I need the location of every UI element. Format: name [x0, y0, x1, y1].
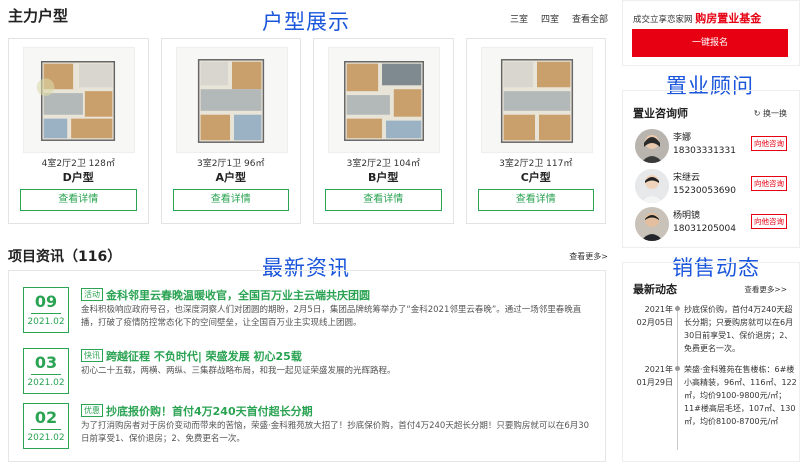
sales-text: 荣盛·金科雅苑在售楼栋：6#楼小高精装，96㎡、116㎡、122㎡，均价9100…: [684, 365, 797, 426]
floorplan-card-a[interactable]: 3室2厅1卫 96㎡ A户型 查看详情: [160, 38, 301, 224]
floorplan-name: D户型: [62, 171, 94, 184]
consult-button[interactable]: 向他咨询: [751, 136, 787, 151]
news-tag: 活动: [81, 288, 103, 301]
news-summary: 初心二十五载，两横、两纵、三集群战略布局，和我一起见证荣盛发展的光辉路程。: [81, 366, 396, 376]
floorplan-image[interactable]: [328, 47, 440, 153]
avatar: [635, 169, 669, 203]
refresh-label: 换一换: [763, 109, 787, 118]
floorplan-card-b[interactable]: 3室2厅2卫 104㎡ B户型 查看详情: [313, 38, 454, 224]
floorplan-name: C户型: [520, 171, 551, 184]
view-details-button[interactable]: 查看详情: [172, 189, 289, 211]
news-year-month: 2021.02: [27, 317, 65, 327]
advisor-panel: 置业咨询师 ↻ 换一换 李娜 18303331331 向他咨询 宋继云 1523…: [622, 90, 800, 248]
advisor-phone: 18031205004: [673, 224, 736, 234]
avatar-photo: [635, 207, 669, 241]
timeline-line: [677, 305, 678, 450]
floorplan-filters: 三室 四室 查看全部: [510, 12, 608, 25]
news-tag: 快讯: [81, 349, 103, 362]
floorplan-spec: 3室2厅1卫 96㎡: [197, 159, 265, 169]
news-heading: 快讯 跨越征程 不负时代| 荣盛发展 初心25载: [81, 348, 302, 364]
news-year-month: 2021.02: [27, 433, 65, 443]
overlay-floorplans-label: 户型展示: [262, 10, 350, 34]
floorplan-name: A户型: [215, 171, 246, 184]
news-day: 02: [34, 408, 58, 427]
news-heading: 优惠 抄底报价购！首付4万240天首付超长分期: [81, 403, 313, 419]
sales-text: 抄底保价购，首付4万240天超长分期；只要购房就可以在6月30日前享受1、保价退…: [684, 305, 794, 353]
left-column: 主力户型 户型展示 三室 四室 查看全部 4室2厅2卫 128㎡ D户型 查看详…: [0, 0, 614, 467]
floorplan-image[interactable]: [23, 47, 135, 153]
news-summary: 为了打消购房者对于房价变动而带来的苦恼，荣盛·金科雅苑放大招了！抄底保价购，首付…: [81, 421, 590, 444]
signup-button[interactable]: 一键报名: [632, 29, 788, 57]
floorplan-drawing: [344, 60, 424, 141]
advisor-title: 置业咨询师: [633, 107, 688, 120]
news-day: 09: [34, 292, 58, 311]
avatar: [635, 207, 669, 241]
advisor-phone: 15230053690: [673, 186, 736, 196]
advisor-row: 李娜 18303331331 向他咨询: [635, 129, 793, 165]
sales-date: 2021年 01月29日: [623, 363, 673, 389]
news-headline-link[interactable]: 跨越征程 不负时代| 荣盛发展 初心25载: [106, 350, 302, 363]
fund-signup-box: 成交立享恋家网 购房置业基金 一键报名: [622, 0, 800, 66]
sales-day: 02月05日: [636, 318, 673, 327]
advisor-refresh[interactable]: ↻ 换一换: [754, 108, 787, 119]
avatar-photo: [635, 169, 669, 203]
filter-four-room[interactable]: 四室: [541, 12, 559, 25]
consult-button[interactable]: 向他咨询: [751, 176, 787, 191]
news-title: 项目资讯（116）: [8, 249, 122, 265]
consult-button[interactable]: 向他咨询: [751, 214, 787, 229]
advisor-name: 杨明镜: [673, 211, 701, 221]
view-details-button[interactable]: 查看详情: [325, 189, 442, 211]
right-column: 成交立享恋家网 购房置业基金 一键报名 置业顾问 置业咨询师 ↻ 换一换 李娜 …: [622, 0, 800, 467]
floorplans-title: 主力户型: [8, 7, 69, 25]
sales-panel: 最新动态 查看更多>> 2021年 02月05日 抄底保价购，首付4万240天超…: [622, 262, 800, 462]
news-date: 03 2021.02: [23, 348, 69, 394]
news-date: 02 2021.02: [23, 403, 69, 449]
news-date: 09 2021.02: [23, 287, 69, 333]
news-heading: 活动 金科邻里云春晚温暖收官，全国百万业主云端共庆团圆: [81, 287, 370, 303]
fund-highlight: 购房置业基金: [695, 12, 762, 25]
filter-view-all[interactable]: 查看全部: [572, 12, 608, 25]
sales-year: 2021年: [644, 365, 673, 374]
news-headline-link[interactable]: 金科邻里云春晚温暖收官，全国百万业主云端共庆团圆: [106, 289, 370, 302]
advisor-row: 宋继云 15230053690 向他咨询: [635, 169, 793, 205]
advisor-phone: 18303331331: [673, 146, 736, 156]
sales-day: 01月29日: [636, 378, 673, 387]
timeline-dot: [675, 366, 680, 371]
view-details-button[interactable]: 查看详情: [20, 189, 137, 211]
filter-three-room[interactable]: 三室: [510, 12, 528, 25]
news-list: 09 2021.02 活动 金科邻里云春晚温暖收官，全国百万业主云端共庆团圆 金科…: [8, 270, 606, 462]
advisor-row: 杨明镜 18031205004 向他咨询: [635, 207, 793, 243]
sales-title: 最新动态: [633, 283, 677, 296]
news-more-link[interactable]: 查看更多>: [569, 251, 608, 262]
news-year-month: 2021.02: [27, 378, 65, 388]
advisor-name: 宋继云: [673, 173, 701, 183]
floorplan-spec: 4室2厅2卫 128㎡: [41, 159, 115, 169]
sales-more-link[interactable]: 查看更多>>: [744, 284, 787, 295]
avatar: [635, 129, 669, 163]
floorplan-spec: 3室2厅2卫 104㎡: [346, 159, 420, 169]
floorplan-image[interactable]: [175, 47, 288, 153]
floorplan-card-c[interactable]: 3室2厅2卫 117㎡ C户型 查看详情: [465, 38, 606, 224]
floorplan-image[interactable]: [480, 47, 593, 153]
floorplan-drawing: [500, 59, 573, 143]
news-day: 03: [34, 353, 58, 372]
advisor-name: 李娜: [673, 133, 692, 143]
view-details-button[interactable]: 查看详情: [477, 189, 594, 211]
floorplan-drawing: [197, 59, 264, 143]
fund-text: 成交立享恋家网 购房置业基金: [633, 10, 761, 26]
fund-text-plain: 成交立享恋家网: [633, 15, 693, 25]
news-headline-link[interactable]: 抄底报价购！首付4万240天首付超长分期: [106, 405, 313, 418]
news-summary: 金科积极响应政府号召，也深度洞察人们对团圆的期盼，2月5日，集团品牌统筹举办了“…: [81, 305, 582, 328]
floorplan-spec: 3室2厅2卫 117㎡: [499, 159, 573, 169]
news-tag: 优惠: [81, 404, 103, 417]
floorplan-drawing: [36, 60, 116, 141]
timeline-dot: [675, 306, 680, 311]
floorplan-cards: 4室2厅2卫 128㎡ D户型 查看详情 3室2厅1卫 96㎡ A户型 查看详情: [8, 38, 606, 224]
floorplan-name: B户型: [368, 171, 399, 184]
sales-year: 2021年: [644, 305, 673, 314]
floorplan-card-d[interactable]: 4室2厅2卫 128㎡ D户型 查看详情: [8, 38, 149, 224]
refresh-icon: ↻: [753, 109, 761, 118]
avatar-photo: [635, 129, 669, 163]
sales-date: 2021年 02月05日: [623, 303, 673, 329]
